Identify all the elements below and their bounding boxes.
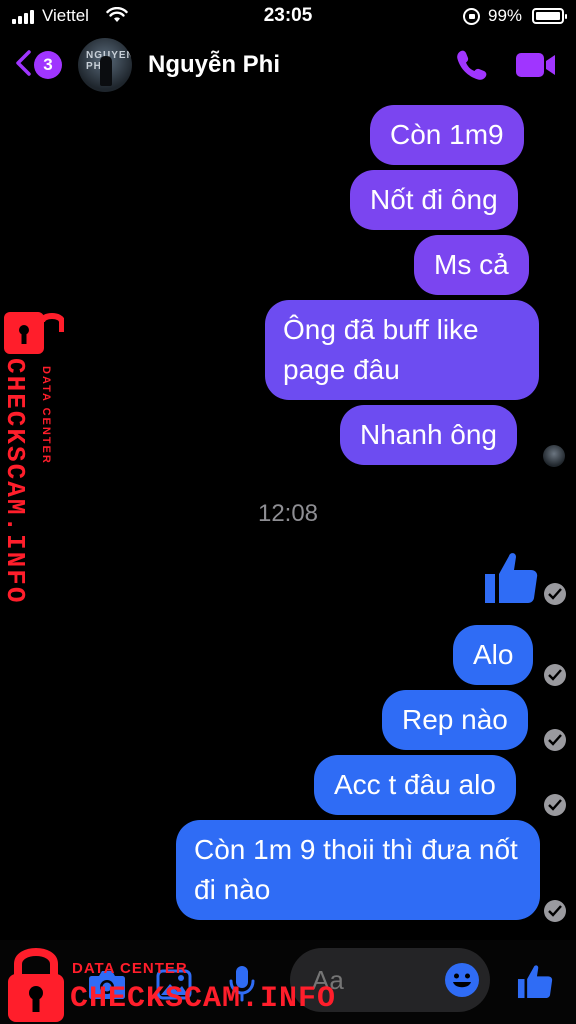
- lock-icon: [4, 312, 64, 354]
- message-bubble-received[interactable]: Nốt đi ông: [350, 170, 518, 230]
- message-bubble-received[interactable]: Ông đã buff like page đâu: [265, 300, 539, 400]
- thumbs-up-icon[interactable]: [516, 962, 554, 1000]
- thumbs-up-icon[interactable]: [482, 548, 540, 606]
- watermark-vertical-small: DATA CENTER: [40, 366, 52, 465]
- phone-icon[interactable]: [453, 48, 489, 82]
- check-circle-icon: [544, 900, 566, 922]
- message-bubble-sent[interactable]: Rep nào: [382, 690, 528, 750]
- battery-percentage: 99%: [488, 6, 523, 25]
- watermark-vertical: CHECKSCAM.INFO: [0, 358, 30, 604]
- message-bubble-sent[interactable]: Alo: [453, 625, 534, 685]
- message-bubble-received[interactable]: Ms cả: [414, 235, 529, 295]
- message-text: Alo: [473, 639, 514, 670]
- conversation-header: 3 NGUYEN PHI Nguyễn Phi: [0, 34, 576, 98]
- contact-name[interactable]: Nguyễn Phi: [148, 51, 280, 79]
- message-text: Nhanh ông: [360, 419, 498, 450]
- lock-icon: [8, 948, 64, 1022]
- message-bubble-received[interactable]: Nhanh ông: [340, 405, 518, 465]
- unread-count-badge[interactable]: 3: [34, 51, 62, 79]
- emoji-icon[interactable]: [444, 962, 480, 998]
- message-text: Rep nào: [402, 704, 508, 735]
- seen-avatar: [543, 445, 565, 467]
- message-text: Còn 1m 9 thoii thì đưa nốt đi nào: [194, 834, 518, 905]
- back-chevron-icon[interactable]: [14, 50, 32, 76]
- check-circle-icon: [544, 583, 566, 605]
- watermark-text: CHECKSCAM.INFO: [0, 358, 30, 605]
- check-circle-icon: [544, 794, 566, 816]
- battery-icon: [532, 8, 567, 24]
- message-text: Còn 1m9: [390, 119, 504, 150]
- message-text: Acc t đâu alo: [334, 769, 496, 800]
- message-text: Nốt đi ông: [370, 184, 498, 215]
- video-camera-icon[interactable]: [514, 50, 558, 80]
- check-circle-icon: [544, 729, 566, 751]
- message-text: Ms cả: [434, 249, 509, 280]
- check-circle-icon: [544, 664, 566, 686]
- contact-avatar[interactable]: NGUYEN PHI: [78, 38, 132, 92]
- time-separator: 12:08: [257, 500, 319, 527]
- message-text: Ông đã buff like page đâu: [283, 314, 479, 385]
- status-bar: Viettel 23:05 99%: [0, 0, 576, 34]
- watermark-big: CHECKSCAM.INFO: [70, 982, 337, 1016]
- message-bubble-sent[interactable]: Acc t đâu alo: [314, 755, 516, 815]
- watermark-small: DATA CENTER: [72, 960, 188, 977]
- message-bubble-sent[interactable]: Còn 1m 9 thoii thì đưa nốt đi nào: [176, 820, 540, 920]
- message-bubble-received[interactable]: Còn 1m9: [370, 105, 524, 165]
- rotation-lock-icon: [463, 8, 480, 25]
